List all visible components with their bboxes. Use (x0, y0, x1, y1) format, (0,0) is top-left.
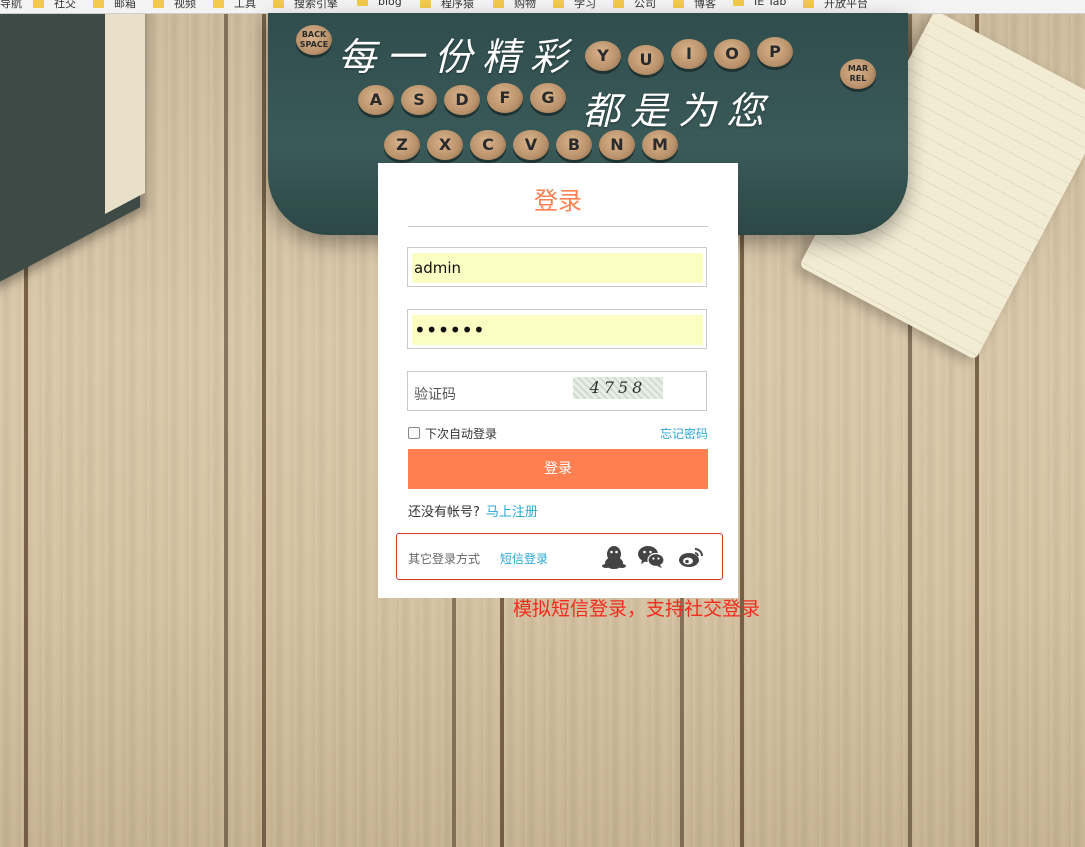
password-input[interactable]: •••••• (407, 309, 707, 349)
typewriter-key: D (444, 85, 480, 115)
typewriter-key: G (530, 83, 566, 113)
folder-icon (803, 0, 814, 8)
typewriter-key: Y (585, 41, 621, 71)
folder-icon (420, 0, 431, 8)
bookmark-item[interactable]: 邮箱 (93, 0, 136, 11)
other-login-box: 其它登录方式 短信登录 (396, 533, 723, 580)
bookmark-item[interactable]: 公司 (613, 0, 656, 11)
sms-login-link[interactable]: 短信登录 (500, 550, 548, 567)
book-pages-decoration (105, 0, 145, 214)
bookmarks-bar: 导航 社交 邮箱 视频 工具 搜索引擎 blog 程序猿 购物 学习 公司 博客… (0, 0, 1085, 14)
remember-checkbox[interactable] (408, 427, 420, 439)
typewriter-key: C (470, 130, 506, 160)
bookmark-item[interactable]: 工具 (213, 0, 256, 11)
folder-icon (213, 0, 224, 8)
wechat-icon[interactable] (637, 543, 665, 571)
captcha-input[interactable]: 验证码 4758 (407, 371, 707, 411)
folder-icon (493, 0, 504, 8)
typewriter-key: X (427, 130, 463, 160)
username-value: admin (414, 259, 461, 277)
no-account-text: 还没有帐号? (408, 505, 480, 520)
typewriter-key: S (401, 85, 437, 115)
bookmark-item[interactable]: 导航 (0, 0, 22, 11)
weibo-icon[interactable] (677, 543, 705, 571)
title-divider (408, 226, 708, 227)
folder-icon (93, 0, 104, 8)
bookmark-item[interactable]: 搜索引擎 (273, 0, 338, 11)
bookmark-item[interactable]: IE Tab (733, 0, 786, 8)
folder-icon (733, 0, 744, 6)
folder-icon (153, 0, 164, 8)
typewriter-key: U (628, 45, 664, 75)
other-login-label: 其它登录方式 (408, 552, 481, 566)
typewriter-key: P (757, 37, 793, 67)
headline-line2: 都是为您 (582, 89, 775, 133)
login-panel: 登录 admin •••••• 验证码 4758 下次自动登录 忘记密码 登录 … (378, 163, 738, 598)
plank-seam (262, 0, 266, 847)
captcha-image[interactable]: 4758 (573, 377, 663, 399)
headline-line1: 每一份精彩 (338, 35, 579, 79)
forgot-password-link[interactable]: 忘记密码 (660, 425, 708, 442)
typewriter-key: MAR REL (840, 59, 876, 89)
folder-icon (33, 0, 44, 8)
bookmark-item[interactable]: 购物 (493, 0, 536, 11)
bookmark-item[interactable]: 学习 (553, 0, 596, 11)
bookmark-item[interactable]: 社交 (33, 0, 76, 11)
bookmark-item[interactable]: 博客 (673, 0, 716, 11)
bookmark-item[interactable]: 开放平台 (803, 0, 868, 11)
feature-annotation: 模拟短信登录，支持社交登录 (513, 598, 761, 620)
typewriter-key: V (513, 130, 549, 160)
password-value: •••••• (414, 318, 485, 342)
register-link[interactable]: 马上注册 (486, 505, 538, 520)
folder-icon (357, 0, 368, 6)
typewriter-key: BACK SPACE (296, 25, 332, 55)
bookmark-item[interactable]: blog (357, 0, 402, 8)
typewriter-key: I (671, 39, 707, 69)
qq-icon[interactable] (600, 543, 628, 571)
typewriter-key: F (487, 83, 523, 113)
bookmark-item[interactable]: 视频 (153, 0, 196, 11)
typewriter-key: Z (384, 130, 420, 160)
username-input[interactable]: admin (407, 247, 707, 287)
register-row: 还没有帐号? 马上注册 (408, 501, 538, 520)
bookmark-item[interactable]: 程序猿 (420, 0, 474, 11)
login-button[interactable]: 登录 (408, 449, 708, 489)
typewriter-key: O (714, 39, 750, 69)
remember-me[interactable]: 下次自动登录 (408, 425, 497, 442)
captcha-placeholder: 验证码 (414, 387, 456, 403)
folder-icon (273, 0, 284, 8)
folder-icon (613, 0, 624, 8)
typewriter-key: A (358, 85, 394, 115)
folder-icon (673, 0, 684, 8)
remember-label: 下次自动登录 (425, 427, 498, 441)
folder-icon (553, 0, 564, 8)
login-title: 登录 (534, 187, 582, 215)
